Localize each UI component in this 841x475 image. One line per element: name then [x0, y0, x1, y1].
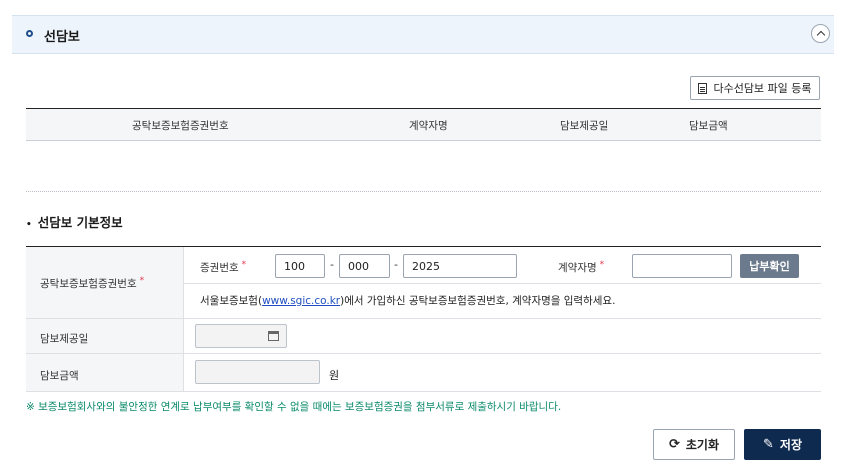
sgic-link[interactable]: www.sgic.co.kr	[262, 295, 340, 307]
calendar-icon[interactable]	[268, 331, 279, 341]
guide-prefix: 서울보증보험(	[200, 295, 263, 307]
col-amount: 담보금액	[689, 120, 728, 132]
required-mark: *	[599, 260, 605, 270]
contractor-input[interactable]	[632, 254, 732, 278]
label-cell-date: 담보제공일	[26, 319, 184, 353]
cert-no-part2-input[interactable]	[339, 254, 390, 278]
section-title: 선담보	[44, 30, 80, 45]
col-contractor: 계약자명	[409, 120, 448, 132]
bond-number-label: 공탁보증보험증권번호	[40, 278, 137, 290]
section-header: 선담보	[12, 15, 834, 54]
multi-upload-label: 다수선담보 파일 등록	[713, 82, 812, 95]
cert-no-part3-input[interactable]	[403, 254, 517, 278]
row-divider	[26, 318, 821, 319]
save-label: 저장	[779, 438, 802, 452]
guide-suffix: )에서 가입하신 공탁보증보험증권번호, 계약자명을 입력하세요.	[340, 295, 616, 307]
row-divider	[26, 353, 821, 354]
save-button[interactable]: ✎ 저장	[744, 429, 821, 460]
list-table-body	[26, 139, 821, 189]
bullet-icon: •	[26, 220, 32, 230]
collapse-button[interactable]	[811, 24, 830, 43]
amount-input[interactable]	[195, 360, 320, 384]
form-title: • 선담보 기본정보	[26, 212, 123, 231]
multi-upload-button[interactable]: 다수선담보 파일 등록	[690, 76, 820, 100]
dash: -	[330, 258, 334, 271]
list-table-header: 공탁보증보험증권번호 계약자명 담보제공일 담보금액	[26, 108, 821, 141]
row-divider	[184, 283, 821, 284]
provide-date-label: 담보제공일	[40, 333, 89, 345]
form-title-text: 선담보 기본정보	[37, 215, 123, 230]
chevron-up-icon	[816, 30, 825, 40]
dash: -	[394, 258, 398, 271]
contractor-label: 계약자명	[558, 262, 597, 274]
payment-check-button[interactable]: 납부확인	[740, 254, 799, 278]
col-provide-date: 담보제공일	[560, 120, 609, 132]
label-cell-amount: 담보금액	[26, 354, 184, 391]
bullet-circle-icon	[26, 30, 33, 37]
required-mark: *	[139, 276, 145, 286]
notice-text: ※ 보증보험회사와의 불안정한 연계로 납부여부를 확인할 수 없을 때에는 보…	[26, 401, 562, 413]
row-divider	[26, 391, 821, 392]
reset-button[interactable]: ⟳ 초기화	[653, 429, 735, 460]
required-mark: *	[241, 260, 247, 270]
divider	[26, 191, 821, 192]
cert-no-part1-input[interactable]	[275, 254, 325, 278]
reset-label: 초기화	[685, 438, 720, 452]
cert-no-label: 증권번호	[200, 262, 239, 274]
col-bond-number: 공탁보증보험증권번호	[132, 120, 229, 132]
amount-label: 담보금액	[40, 370, 79, 382]
file-list-icon	[698, 82, 708, 94]
pencil-icon: ✎	[763, 437, 774, 452]
guide-text: 서울보증보험(www.sgic.co.kr)에서 가입하신 공탁보증보험증권번호…	[200, 293, 615, 308]
label-cell-bond: 공탁보증보험증권번호 *	[26, 247, 184, 318]
refresh-icon: ⟳	[668, 437, 680, 452]
amount-unit: 원	[329, 369, 340, 382]
